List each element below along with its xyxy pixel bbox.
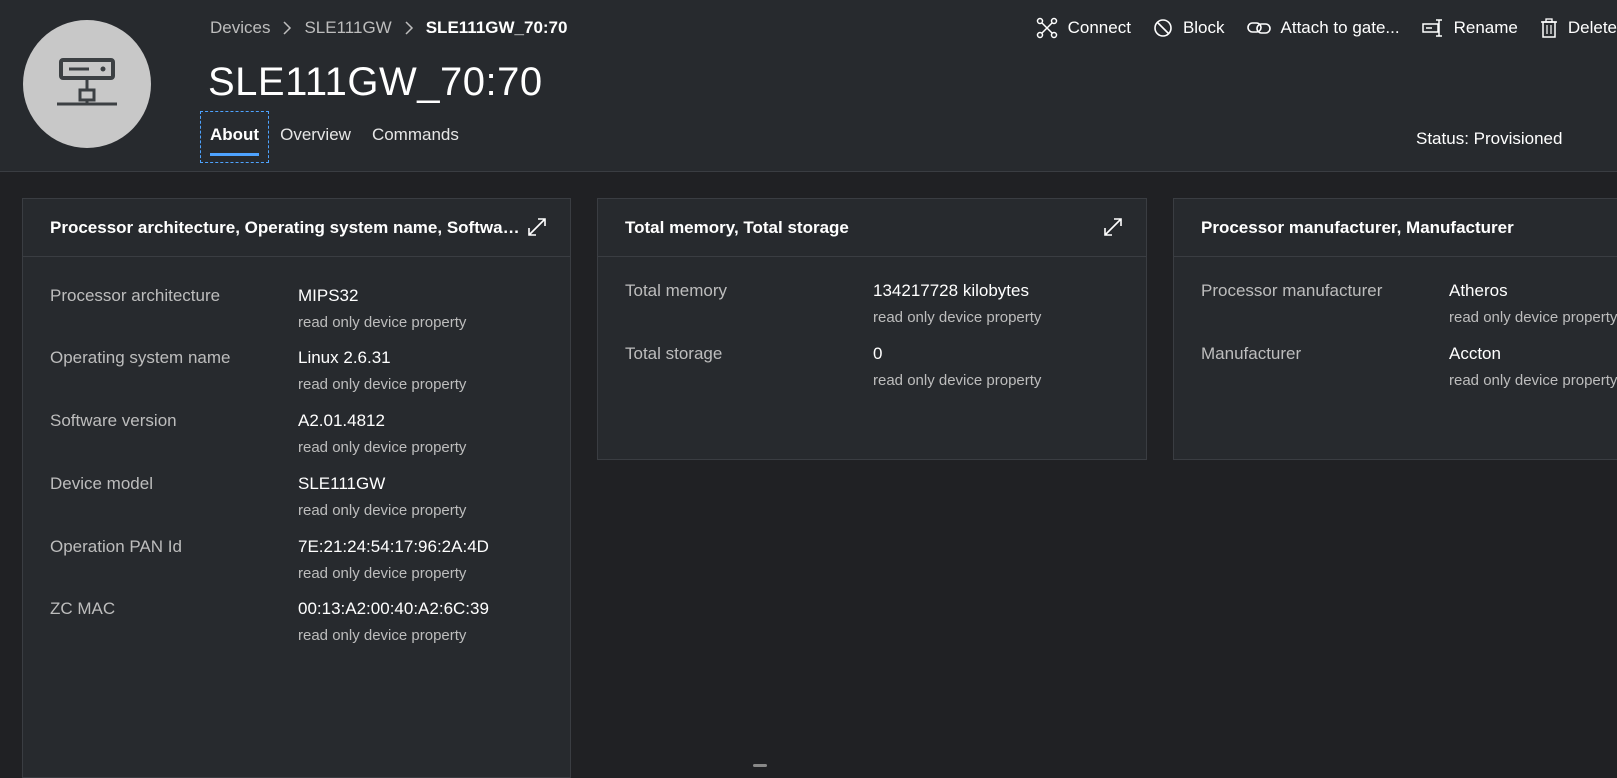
properties-card-memory: Total memory, Total storage Total memory…	[597, 198, 1147, 460]
attach-label: Attach to gate...	[1280, 18, 1400, 37]
connect-icon	[1036, 17, 1057, 39]
block-button[interactable]: Block	[1153, 18, 1225, 38]
delete-label: Delete	[1567, 18, 1617, 37]
card-title: Processor architecture, Operating system…	[50, 217, 520, 237]
card-title: Total memory, Total storage	[625, 217, 849, 237]
chevron-right-icon	[282, 21, 292, 35]
scroll-indicator	[753, 764, 767, 767]
link-icon	[1246, 22, 1271, 34]
rename-button[interactable]: Rename	[1421, 18, 1518, 38]
property-value: Linux 2.6.31	[298, 348, 391, 367]
block-icon	[1154, 19, 1172, 37]
breadcrumb-model[interactable]: SLE111GW	[304, 18, 391, 38]
property-label: Processor architecture	[50, 286, 221, 305]
command-toolbar: Connect Block Attach to gate... Rename D…	[1014, 16, 1617, 40]
card-title: Processor manufacturer, Manufacturer	[1201, 217, 1514, 237]
trash-icon	[1540, 18, 1557, 38]
breadcrumb-devices[interactable]: Devices	[210, 18, 270, 38]
property-note: read only device property	[298, 627, 467, 644]
connect-label: Connect	[1067, 18, 1131, 37]
property-label: Device model	[50, 474, 153, 493]
gateway-device-icon	[57, 58, 117, 106]
property-label: Manufacturer	[1201, 344, 1302, 363]
tab-overview[interactable]: Overview	[270, 111, 361, 148]
tab-bar: About Overview Commands	[200, 111, 470, 163]
property-label: Operating system name	[50, 348, 231, 367]
property-value: Atheros	[1449, 281, 1508, 300]
rename-icon	[1421, 19, 1442, 37]
device-avatar	[23, 20, 151, 148]
property-label: Total storage	[625, 344, 723, 363]
property-note: read only device property	[1449, 372, 1617, 389]
property-note: read only device property	[298, 439, 467, 456]
property-label: Total memory	[625, 281, 728, 300]
property-value: Accton	[1449, 344, 1501, 363]
property-label: ZC MAC	[50, 599, 116, 618]
property-note: read only device property	[298, 314, 467, 331]
chevron-right-icon	[404, 21, 414, 35]
property-label: Operation PAN Id	[50, 537, 182, 556]
page-title: SLE111GW_70:70	[208, 60, 543, 104]
property-value: 134217728 kilobytes	[873, 281, 1029, 300]
breadcrumb-current: SLE111GW_70:70	[425, 18, 568, 37]
card-header: Processor architecture, Operating system…	[23, 199, 570, 257]
breadcrumb: Devices SLE111GW SLE111GW_70:70	[210, 16, 567, 40]
card-header: Processor manufacturer, Manufacturer	[1174, 199, 1617, 257]
card-header: Total memory, Total storage	[598, 199, 1146, 257]
property-value: 00:13:A2:00:40:A2:6C:39	[298, 599, 489, 618]
expand-icon[interactable]	[526, 216, 548, 243]
properties-card-system: Processor architecture, Operating system…	[22, 198, 571, 778]
property-note: read only device property	[298, 502, 467, 519]
property-label: Software version	[50, 411, 177, 430]
property-note: read only device property	[873, 309, 1042, 326]
tab-commands[interactable]: Commands	[362, 111, 469, 148]
property-value: MIPS32	[298, 286, 359, 305]
properties-card-manufacturer: Processor manufacturer, Manufacturer Pro…	[1173, 198, 1617, 460]
expand-icon[interactable]	[1102, 216, 1124, 243]
property-note: read only device property	[1449, 309, 1617, 326]
property-value: 7E:21:24:54:17:96:2A:4D	[298, 537, 489, 556]
property-value: 0	[873, 344, 883, 363]
connect-button[interactable]: Connect	[1036, 17, 1131, 39]
device-header: Devices SLE111GW SLE111GW_70:70 SLE111GW…	[0, 0, 1617, 172]
property-note: read only device property	[873, 372, 1042, 389]
property-value: A2.01.4812	[298, 411, 385, 430]
block-label: Block	[1182, 18, 1225, 37]
delete-button[interactable]: Delete	[1540, 18, 1617, 38]
rename-label: Rename	[1453, 18, 1518, 37]
attach-to-gateway-button[interactable]: Attach to gate...	[1246, 18, 1400, 38]
property-value: SLE111GW	[298, 474, 386, 493]
device-status: Status: Provisioned	[1416, 129, 1563, 148]
property-label: Processor manufacturer	[1201, 281, 1383, 300]
property-note: read only device property	[298, 565, 467, 582]
tab-about[interactable]: About	[200, 111, 270, 163]
property-note: read only device property	[298, 376, 467, 393]
